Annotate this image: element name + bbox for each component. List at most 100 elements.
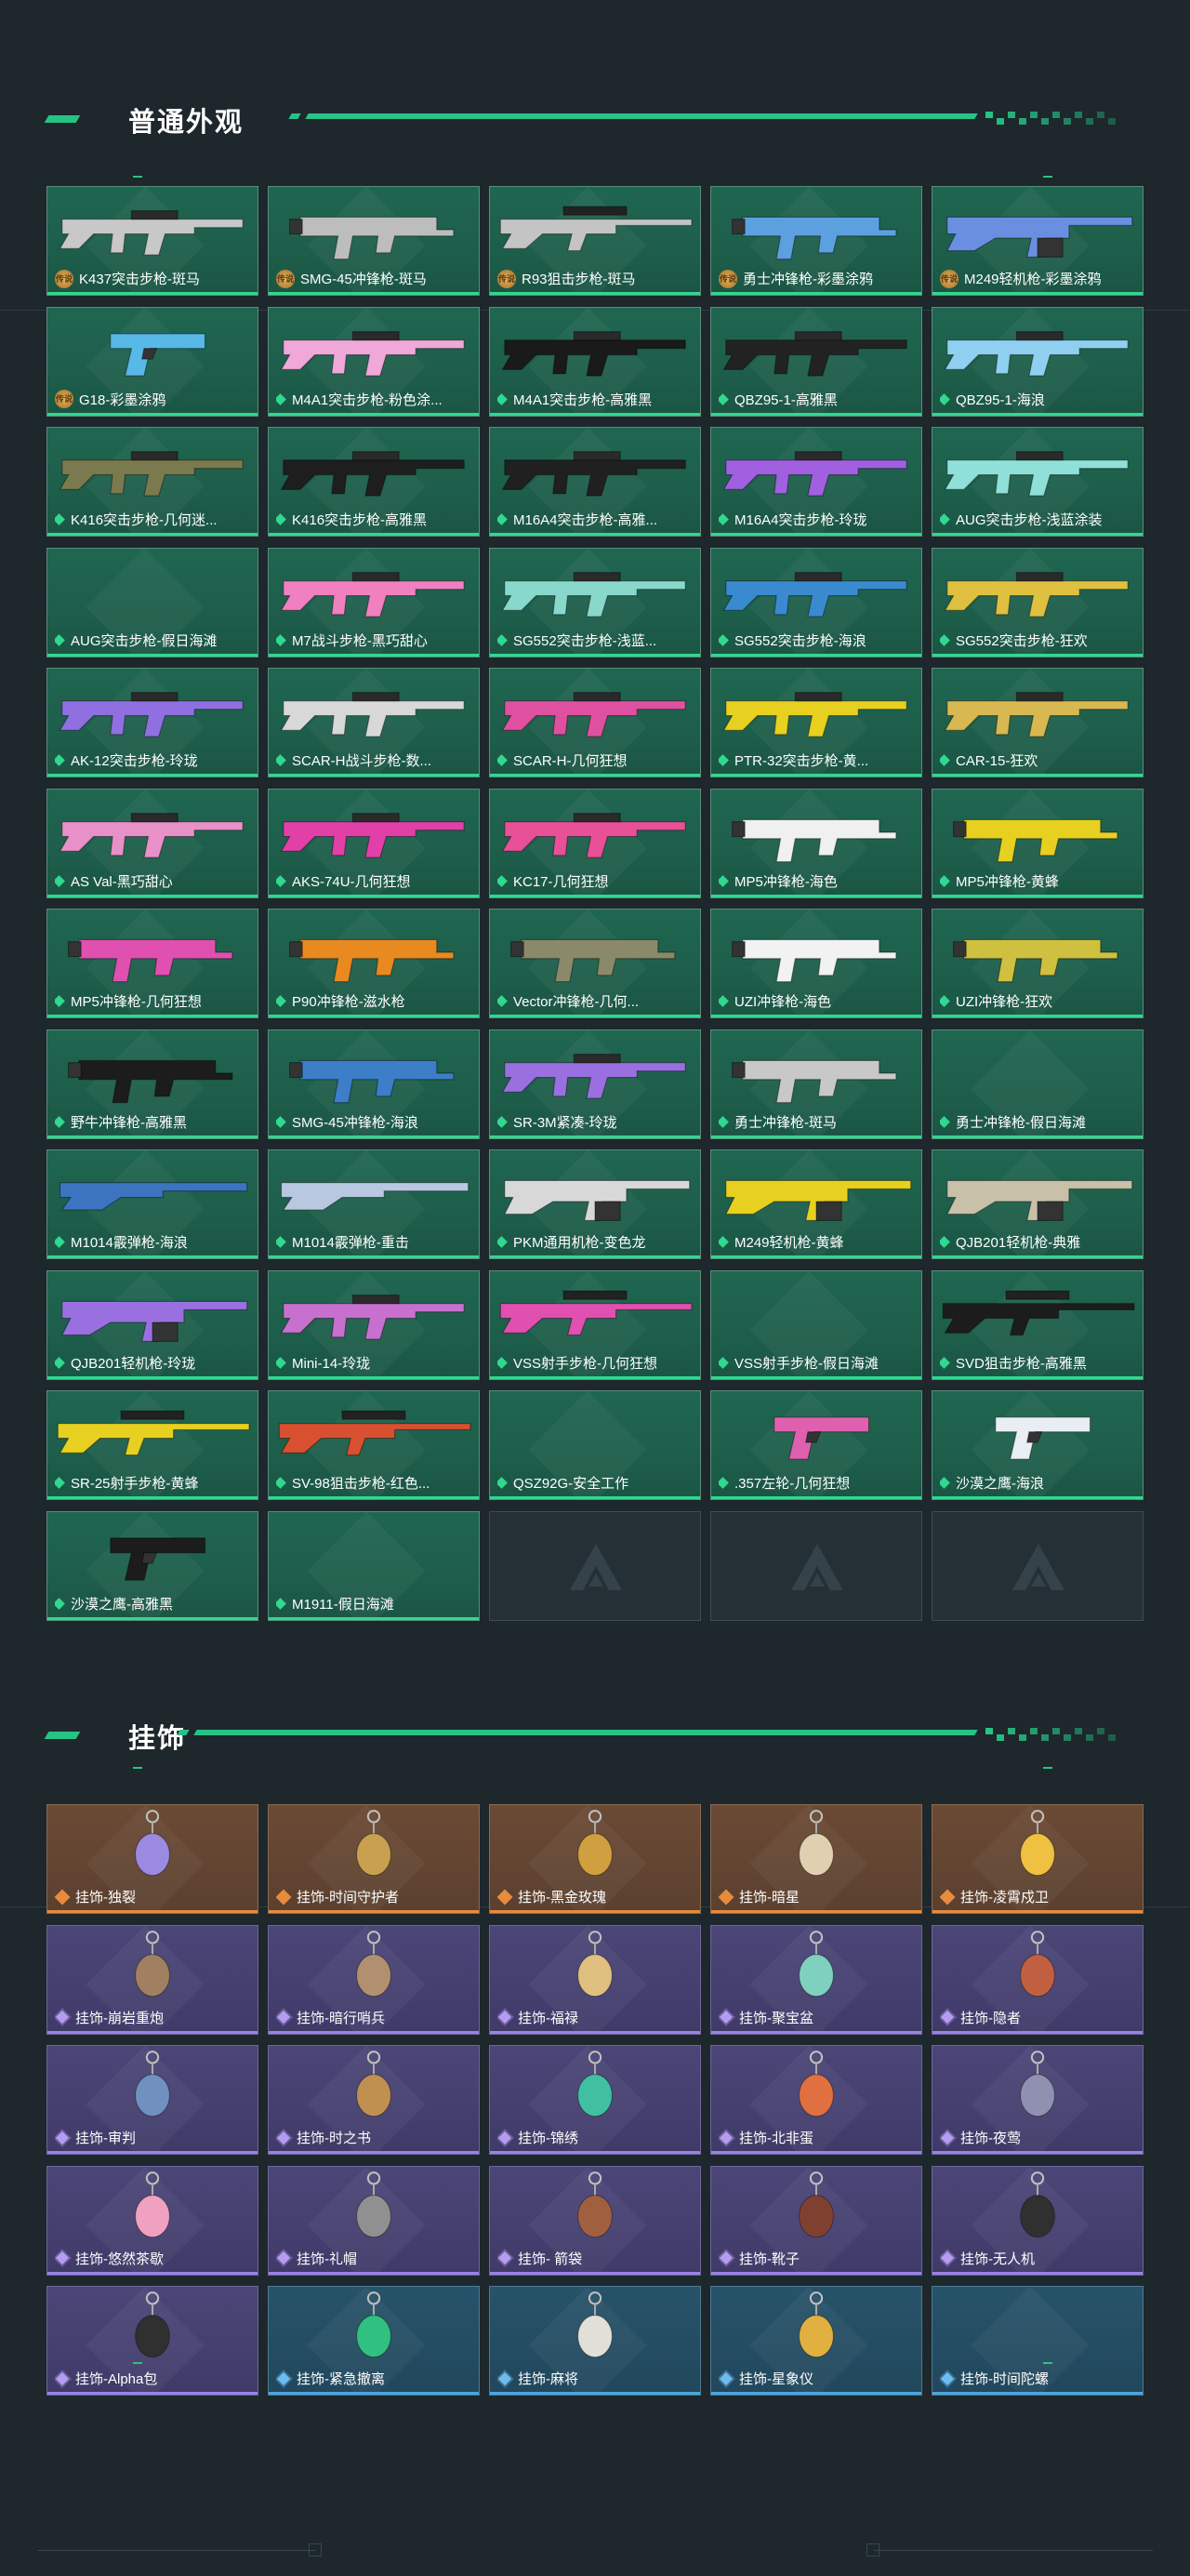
skin-card[interactable]: SCAR-H战斗步枪-数...: [268, 668, 480, 777]
skin-card[interactable]: AK-12突击步枪-玲珑: [46, 668, 258, 777]
skin-card[interactable]: SR-25射手步枪-黄蜂: [46, 1390, 258, 1500]
skin-card[interactable]: M249轻机枪-黄蜂: [710, 1149, 922, 1259]
charm-card[interactable]: 挂饰- 箭袋: [489, 2165, 701, 2276]
skin-name: VSS射手步枪-假日海滩: [734, 1355, 879, 1372]
skin-card[interactable]: AUG突击步枪-浅蓝涂装: [932, 427, 1144, 537]
skin-card[interactable]: 传说 K437突击步枪-斑马: [46, 186, 258, 296]
skin-card[interactable]: QBZ95-1-海浪: [932, 306, 1144, 417]
charm-card[interactable]: 挂饰-时间守护者: [268, 1804, 480, 1914]
skin-card[interactable]: 野牛冲锋枪-高雅黑: [46, 1029, 258, 1139]
skin-card[interactable]: SCAR-H-几何狂想: [489, 668, 701, 777]
skin-card[interactable]: K416突击步枪-几何迷...: [46, 427, 258, 537]
skin-card[interactable]: 传说 M249轻机枪-彩墨涂鸦: [932, 186, 1144, 296]
charm-card[interactable]: 挂饰-靴子: [710, 2165, 922, 2276]
skin-label: KC17-几何狂想: [497, 871, 694, 891]
skin-card[interactable]: 沙漠之鹰-海浪: [932, 1390, 1144, 1500]
charm-card[interactable]: 挂饰-紧急撤离: [268, 2286, 480, 2396]
skin-card[interactable]: KC17-几何狂想: [489, 788, 701, 898]
skin-card[interactable]: MP5冲锋枪-黄蜂: [932, 788, 1144, 898]
header-accent-bar: [193, 1730, 978, 1735]
skin-card[interactable]: SG552突击步枪-浅蓝...: [489, 547, 701, 657]
skin-card[interactable]: 勇士冲锋枪-斑马: [710, 1029, 922, 1139]
charm-icon: [771, 2167, 862, 2252]
skin-card[interactable]: MP5冲锋枪-几何狂想: [46, 909, 258, 1018]
skin-card[interactable]: VSS射手步枪-几何狂想: [489, 1269, 701, 1380]
skin-card[interactable]: 传说 R93狙击步枪-斑马: [489, 186, 701, 296]
charm-card[interactable]: 挂饰-暗星: [710, 1804, 922, 1914]
skin-card[interactable]: M1911-假日海滩: [268, 1510, 480, 1621]
skin-card[interactable]: 传说 SMG-45冲锋枪-斑马: [268, 186, 480, 296]
charm-card[interactable]: 挂饰-隐者: [932, 1924, 1144, 2035]
skin-card[interactable]: M4A1突击步枪-粉色涂...: [268, 306, 480, 417]
charm-card[interactable]: 挂饰-暗行哨兵: [268, 1924, 480, 2035]
skin-label: .357左轮-几何狂想: [719, 1473, 916, 1493]
skin-card[interactable]: UZI冲锋枪-狂欢: [932, 909, 1144, 1018]
rarity-diamond-icon: [719, 754, 729, 766]
charm-name: 挂饰-隐者: [960, 2010, 1021, 2026]
skin-card[interactable]: CAR-15-狂欢: [932, 668, 1144, 777]
charm-card[interactable]: 挂饰-聚宝盆: [710, 1924, 922, 2035]
charm-card[interactable]: 挂饰-Alpha包: [46, 2286, 258, 2396]
skin-card[interactable]: Vector冲锋枪-几何...: [489, 909, 701, 1018]
skin-card[interactable]: SG552突击步枪-狂欢: [932, 547, 1144, 657]
skin-card[interactable]: 传说 勇士冲锋枪-彩墨涂鸦: [710, 186, 922, 296]
skin-card[interactable]: K416突击步枪-高雅黑: [268, 427, 480, 537]
skin-card[interactable]: M16A4突击步枪-玲珑: [710, 427, 922, 537]
skin-card[interactable]: SMG-45冲锋枪-海浪: [268, 1029, 480, 1139]
tick-mark: [133, 176, 142, 178]
skin-card[interactable]: AS Val-黑巧甜心: [46, 788, 258, 898]
skin-card[interactable]: P90冲锋枪-滋水枪: [268, 909, 480, 1018]
skin-card[interactable]: AKS-74U-几何狂想: [268, 788, 480, 898]
skin-card[interactable]: 勇士冲锋枪-假日海滩: [932, 1029, 1144, 1139]
skin-label: MP5冲锋枪-黄蜂: [940, 871, 1137, 891]
charm-card[interactable]: 挂饰-夜莺: [932, 2045, 1144, 2155]
skin-card[interactable]: UZI冲锋枪-海色: [710, 909, 922, 1018]
charm-card[interactable]: 挂饰-麻将: [489, 2286, 701, 2396]
skin-card[interactable]: 传说 G18-彩墨涂鸦: [46, 306, 258, 417]
charm-card[interactable]: 挂饰-黑金玫瑰: [489, 1804, 701, 1914]
charm-card[interactable]: 挂饰-星象仪: [710, 2286, 922, 2396]
skin-card[interactable]: Mini-14-玲珑: [268, 1269, 480, 1380]
skin-card[interactable]: VSS射手步枪-假日海滩: [710, 1269, 922, 1380]
charm-card[interactable]: 挂饰-崩岩重炮: [46, 1924, 258, 2035]
skin-card[interactable]: SV-98狙击步枪-红色...: [268, 1390, 480, 1500]
skin-name: 野牛冲锋枪-高雅黑: [71, 1114, 187, 1131]
charm-card[interactable]: 挂饰-北非蛋: [710, 2045, 922, 2155]
skin-card[interactable]: PTR-32突击步枪-黄...: [710, 668, 922, 777]
skin-card[interactable]: M7战斗步枪-黑巧甜心: [268, 547, 480, 657]
charm-card[interactable]: 挂饰-审判: [46, 2045, 258, 2155]
skin-card[interactable]: M4A1突击步枪-高雅黑: [489, 306, 701, 417]
rifle-icon: [490, 308, 700, 393]
skin-card[interactable]: M1014霰弹枪-海浪: [46, 1149, 258, 1259]
charm-card[interactable]: 挂饰-福禄: [489, 1924, 701, 2035]
skin-card[interactable]: MP5冲锋枪-海色: [710, 788, 922, 898]
skin-card[interactable]: SVD狙击步枪-高雅黑: [932, 1269, 1144, 1380]
charm-card[interactable]: 挂饰-时间陀螺: [932, 2286, 1144, 2396]
skin-label: 传说 M249轻机枪-彩墨涂鸦: [940, 269, 1137, 288]
skin-card[interactable]: M16A4突击步枪-高雅...: [489, 427, 701, 537]
charm-card[interactable]: 挂饰-悠然茶歇: [46, 2165, 258, 2276]
sniper-icon: [47, 1391, 258, 1477]
charm-card[interactable]: 挂饰-独裂: [46, 1804, 258, 1914]
skin-card-empty: [932, 1510, 1144, 1621]
skin-card[interactable]: QJB201轻机枪-玲珑: [46, 1269, 258, 1380]
skin-card[interactable]: SR-3M紧凑-玲珑: [489, 1029, 701, 1139]
charm-icon: [549, 2167, 641, 2252]
charm-card[interactable]: 挂饰-锦绣: [489, 2045, 701, 2155]
skin-card[interactable]: 沙漠之鹰-高雅黑: [46, 1510, 258, 1621]
charm-name: 挂饰-时间守护者: [297, 1890, 399, 1905]
skin-card[interactable]: SG552突击步枪-海浪: [710, 547, 922, 657]
charm-card[interactable]: 挂饰-凌霄戍卫: [932, 1804, 1144, 1914]
skin-name: KC17-几何狂想: [513, 873, 609, 890]
charm-card[interactable]: 挂饰-无人机: [932, 2165, 1144, 2276]
charm-card[interactable]: 挂饰-礼帽: [268, 2165, 480, 2276]
skin-card[interactable]: M1014霰弹枪-重击: [268, 1149, 480, 1259]
skin-card[interactable]: .357左轮-几何狂想: [710, 1390, 922, 1500]
skin-card[interactable]: AUG突击步枪-假日海滩: [46, 547, 258, 657]
skin-name: SG552突击步枪-海浪: [734, 632, 866, 649]
skin-card[interactable]: PKM通用机枪-变色龙: [489, 1149, 701, 1259]
skin-card[interactable]: QBZ95-1-高雅黑: [710, 306, 922, 417]
skin-card[interactable]: QSZ92G-安全工作: [489, 1390, 701, 1500]
charm-card[interactable]: 挂饰-时之书: [268, 2045, 480, 2155]
skin-card[interactable]: QJB201轻机枪-典雅: [932, 1149, 1144, 1259]
